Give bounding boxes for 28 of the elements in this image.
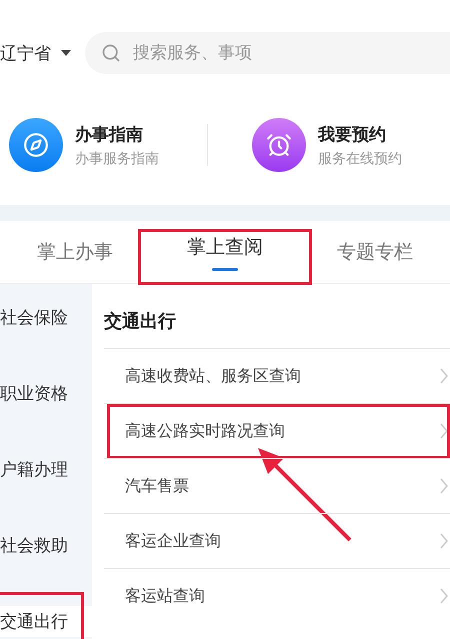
shortcut-subtitle: 服务在线预约 <box>318 150 402 168</box>
shortcut-title[interactable]: 我要预约 <box>318 122 402 146</box>
region-label[interactable]: 辽宁省 <box>0 42 51 64</box>
shortcut-subtitle: 办事服务指南 <box>75 150 159 168</box>
chevron-icon <box>440 423 448 439</box>
tab-indicator <box>212 268 238 270</box>
list-item[interactable]: 高速收费站、服务区查询 <box>125 366 440 386</box>
list-item[interactable]: 客运企业查询 <box>125 530 440 552</box>
tab[interactable]: 专题专栏 <box>337 239 413 265</box>
shortcut-title[interactable]: 办事指南 <box>75 122 159 146</box>
section-heading: 交通出行 <box>104 310 176 334</box>
caret-icon[interactable] <box>61 50 71 56</box>
tab[interactable]: 掌上办事 <box>37 239 113 265</box>
list-item[interactable]: 高速公路实时路况查询 <box>125 420 440 442</box>
list-item[interactable]: 汽车售票 <box>125 476 440 496</box>
search-box[interactable]: 搜索服务、事项 <box>85 32 450 74</box>
chevron-icon <box>440 368 448 384</box>
chevron-icon <box>440 533 448 549</box>
sidebar-item[interactable]: 职业资格 <box>0 382 68 405</box>
search-field[interactable]: 搜索服务、事项 <box>131 42 450 64</box>
sidebar-item[interactable]: 社会保险 <box>0 306 68 329</box>
sidebar-item[interactable]: 社会救助 <box>0 534 68 557</box>
tab[interactable]: 掌上查阅 <box>187 234 263 260</box>
chevron-icon <box>440 478 448 494</box>
search-icon <box>101 43 121 63</box>
list-item[interactable]: 客运站查询 <box>125 586 440 606</box>
sidebar-item[interactable]: 户籍办理 <box>0 458 68 481</box>
chevron-icon <box>440 588 448 604</box>
